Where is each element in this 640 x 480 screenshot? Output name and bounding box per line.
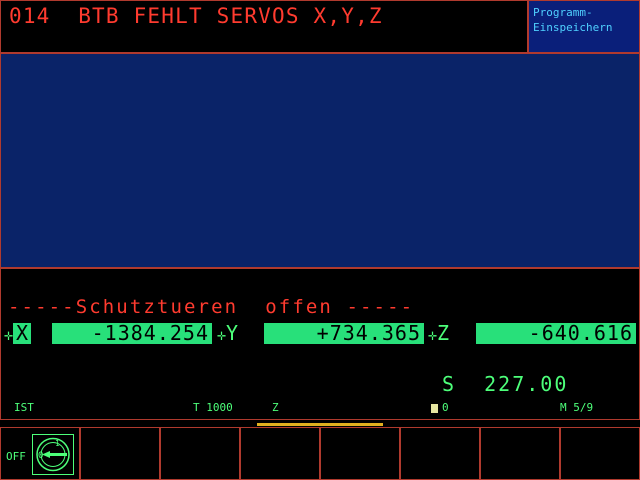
spindle-label: S [442,372,457,396]
status-feed-value: 0 [442,401,449,414]
svg-text:1: 1 [55,439,60,448]
status-tool: T 1000 [193,401,233,414]
axis-z-value: -640.616 [476,323,636,344]
error-header: 014 BTB FEHLT SERVOS X,Y,Z [0,0,528,53]
softkey-2[interactable] [80,427,160,480]
axis-move-icon: ✛ [217,326,227,344]
door-message: -----Schutztueren offen ----- [8,296,415,318]
svg-text:0: 0 [38,451,43,461]
softkey-7[interactable] [480,427,560,480]
axis-y-value: +734.365 [264,323,424,344]
active-softkey-indicator [257,423,383,426]
axis-move-icon: ✛ [428,326,438,344]
softkey-6[interactable] [400,427,480,480]
softkey-3[interactable] [160,427,240,480]
status-axis: Z [272,401,279,414]
softkey-1-label: OFF [6,450,26,463]
axis-y-letter: Y [226,321,239,345]
axis-move-icon: ✛ [4,326,14,344]
status-feed: 0 [431,401,449,414]
axis-z-letter: Z [437,321,450,345]
axis-z-label: ✛Z [428,321,450,345]
mode-label: Programm- Einspeichern [533,6,613,34]
softkey-5[interactable] [320,427,400,480]
spindle-readout: S 227.00 [442,372,568,396]
status-mode: IST [14,401,34,414]
mode-box: Programm- Einspeichern [528,0,640,53]
override-dial-icon: 0 1 [32,434,74,475]
axis-x-letter: X [13,323,32,344]
softkey-1[interactable]: OFF 0 1 [0,427,80,480]
spindle-value: 227.00 [484,372,569,396]
softkey-8[interactable] [560,427,640,480]
axis-x-value: -1384.254 [52,323,212,344]
axis-y-label: ✛Y [217,321,239,345]
feed-icon [431,403,438,413]
program-display-area [0,53,640,268]
status-m-function: M 5/9 [560,401,594,414]
axis-x-label: ✛ X [4,323,32,344]
error-message: 014 BTB FEHLT SERVOS X,Y,Z [9,4,383,28]
softkey-4[interactable] [240,427,320,480]
